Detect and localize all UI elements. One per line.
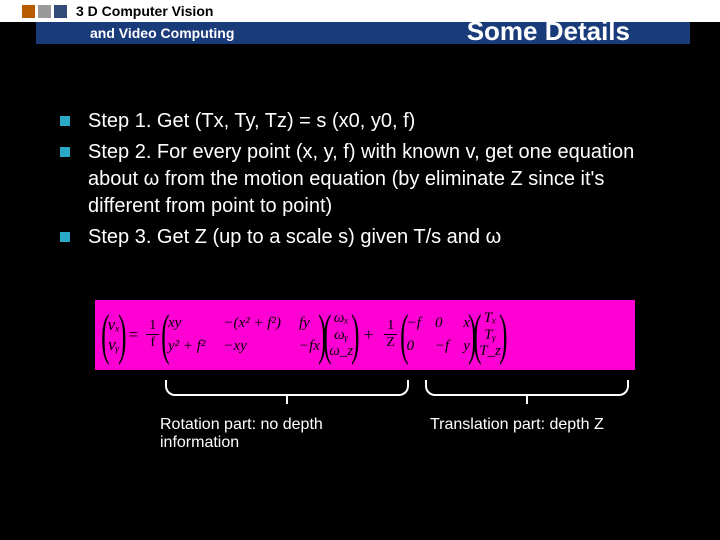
fraction-1-over-Z: 1 Z bbox=[383, 318, 398, 351]
slide-title: Some Details bbox=[467, 16, 630, 47]
omega-y: ωᵧ bbox=[334, 327, 348, 344]
m22: −xy bbox=[223, 338, 281, 355]
bullet-marker-icon bbox=[60, 232, 70, 242]
brace-rotation-icon bbox=[165, 380, 409, 396]
m12: −(x² + f²) bbox=[223, 315, 281, 332]
bullet-text: Step 2. For every point (x, y, f) with k… bbox=[88, 139, 670, 220]
omega-x: ωₓ bbox=[334, 310, 349, 327]
n21: 0 bbox=[407, 338, 421, 355]
equation-block: ( vₓ vᵧ ) = 1 f ( xy −(x² + f²) fy y² + … bbox=[95, 300, 635, 370]
paren-right-icon: ) bbox=[118, 315, 126, 355]
header-row: 3 D Computer Vision bbox=[22, 3, 213, 19]
paren-left-icon: ( bbox=[473, 315, 481, 355]
underbraces bbox=[165, 378, 635, 418]
paren-right-icon: ) bbox=[351, 315, 359, 355]
paren-left-icon: ( bbox=[323, 315, 331, 355]
equation-box: ( vₓ vᵧ ) = 1 f ( xy −(x² + f²) fy y² + … bbox=[95, 300, 635, 370]
omega-z: ω_z bbox=[329, 343, 353, 360]
frac-den: Z bbox=[383, 335, 398, 351]
paren-left-icon: ( bbox=[101, 315, 109, 355]
bullet-marker-icon bbox=[60, 147, 70, 157]
paren-right-icon: ) bbox=[499, 315, 507, 355]
matrix-translation: −f 0 x 0 −f y bbox=[407, 315, 470, 355]
slide: 3 D Computer Vision and Video Computing … bbox=[0, 0, 720, 540]
m11: xy bbox=[168, 315, 205, 332]
vector-omega: ωₓ ωᵧ ω_z bbox=[329, 310, 353, 360]
caption-rotation: Rotation part: no depth information bbox=[160, 416, 400, 452]
m13: fy bbox=[299, 315, 320, 332]
m21: y² + f² bbox=[168, 338, 205, 355]
frac-den: f bbox=[147, 335, 158, 351]
logo-square-gray bbox=[38, 5, 51, 18]
brace-translation-icon bbox=[425, 380, 629, 396]
bullet-item: Step 1. Get (Tx, Ty, Tz) = s (x0, y0, f) bbox=[60, 108, 670, 135]
n22: −f bbox=[435, 338, 449, 355]
equals-sign: = bbox=[129, 325, 139, 345]
m23: −fx bbox=[299, 338, 320, 355]
bullet-item: Step 3. Get Z (up to a scale s) given T/… bbox=[60, 224, 670, 251]
vector-T: Tₓ Tᵧ T_z bbox=[479, 310, 501, 360]
t-y: Tᵧ bbox=[484, 327, 496, 344]
logo-squares bbox=[22, 5, 70, 18]
bullet-item: Step 2. For every point (x, y, f) with k… bbox=[60, 139, 670, 220]
header-line1: 3 D Computer Vision bbox=[76, 3, 213, 19]
fraction-1-over-f: 1 f bbox=[146, 318, 159, 351]
frac-num: 1 bbox=[384, 318, 397, 335]
caption-translation: Translation part: depth Z bbox=[430, 416, 670, 452]
paren-left-icon: ( bbox=[161, 315, 169, 355]
paren-left-icon: ( bbox=[400, 315, 408, 355]
n12: 0 bbox=[435, 315, 449, 332]
plus-sign: + bbox=[364, 325, 374, 345]
matrix-rotation: xy −(x² + f²) fy y² + f² −xy −fx bbox=[168, 315, 320, 355]
logo-square-orange bbox=[22, 5, 35, 18]
brace-captions: Rotation part: no depth information Tran… bbox=[160, 416, 670, 452]
frac-num: 1 bbox=[146, 318, 159, 335]
t-x: Tₓ bbox=[484, 310, 497, 327]
n11: −f bbox=[407, 315, 421, 332]
body-bullets: Step 1. Get (Tx, Ty, Tz) = s (x0, y0, f)… bbox=[60, 108, 670, 255]
bullet-text: Step 3. Get Z (up to a scale s) given T/… bbox=[88, 224, 670, 251]
bullet-marker-icon bbox=[60, 116, 70, 126]
bullet-text: Step 1. Get (Tx, Ty, Tz) = s (x0, y0, f) bbox=[88, 108, 670, 135]
header-line2: and Video Computing bbox=[90, 22, 234, 44]
t-z: T_z bbox=[479, 343, 501, 360]
logo-square-blue bbox=[54, 5, 67, 18]
